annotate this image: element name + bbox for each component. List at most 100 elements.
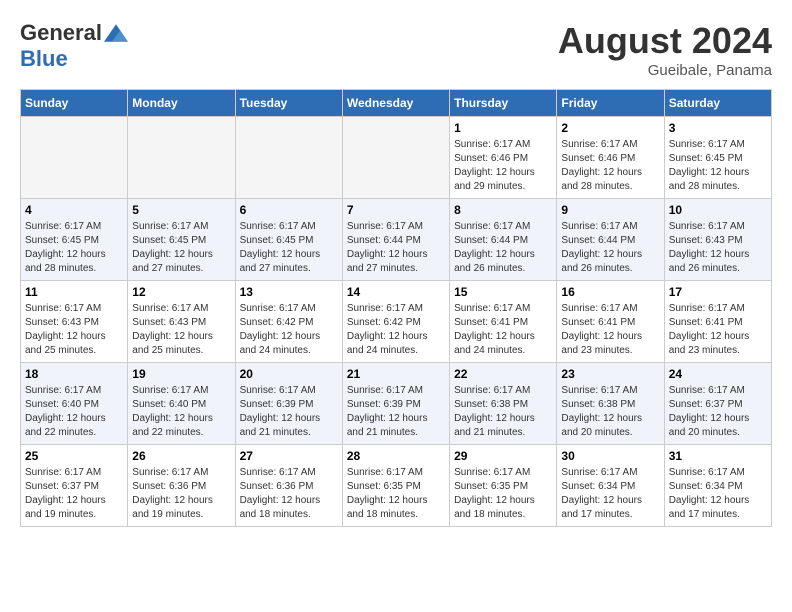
daylight-text: Daylight: 12 hours and 26 minutes. <box>669 249 750 274</box>
sunrise-text: Sunrise: 6:17 AM <box>454 385 530 396</box>
table-row: 10 Sunrise: 6:17 AM Sunset: 6:43 PM Dayligh… <box>664 199 771 281</box>
table-row: 5 Sunrise: 6:17 AMSunset: 6:45 PMDaylight… <box>128 199 235 281</box>
col-tuesday: Tuesday <box>235 90 342 117</box>
sunset-text: Sunset: 6:41 PM <box>669 317 743 328</box>
daylight-text: Daylight: 12 hours and 25 minutes. <box>25 331 106 356</box>
col-friday: Friday <box>557 90 664 117</box>
day-number: 18 <box>25 367 123 381</box>
sunset-text: Sunset: 6:46 PM <box>561 153 635 164</box>
day-info: Sunrise: 6:17 AMSunset: 6:37 PMDaylight:… <box>25 466 123 522</box>
sunrise-text: Sunrise: 6:17 AM <box>240 467 316 478</box>
table-row: 21 Sunrise: 6:17 AM Sunset: 6:39 PM Dayligh… <box>342 363 449 445</box>
sunrise-text: Sunrise: 6:17 AM <box>669 139 745 150</box>
calendar-header-row: Sunday Monday Tuesday Wednesday Thursday… <box>21 90 772 117</box>
daylight-text: Daylight: 12 hours and 21 minutes. <box>347 413 428 438</box>
table-row: 11Sunrise: 6:17 AMSunset: 6:43 PMDayligh… <box>21 281 128 363</box>
sunrise-text: Sunrise: 6:17 AM <box>669 303 745 314</box>
sunrise-text: Sunrise: 6:17 AM <box>561 467 637 478</box>
daylight-text: Daylight: 12 hours and 20 minutes. <box>561 413 642 438</box>
day-number: 13 <box>240 285 338 299</box>
daylight-text: Daylight: 12 hours and 17 minutes. <box>669 495 750 520</box>
day-info: Sunrise: 6:17 AMSunset: 6:45 PMDaylight:… <box>132 220 230 276</box>
table-row: 8Sunrise: 6:17 AMSunset: 6:44 PMDaylight… <box>450 199 557 281</box>
sunset-text: Sunset: 6:43 PM <box>132 317 206 328</box>
table-row: 18 Sunrise: 6:17 AMSunset: 6:40 PMDayligh… <box>21 363 128 445</box>
sunrise-text: Sunrise: 6:17 AM <box>669 221 745 232</box>
table-row: 1 Sunrise: 6:17 AMSunset: 6:46 PMDaylight… <box>450 117 557 199</box>
daylight-text: Daylight: 12 hours and 24 minutes. <box>454 331 535 356</box>
day-info: Sunrise: 6:17 AMSunset: 6:41 PMDaylight:… <box>669 302 767 358</box>
day-info: Sunrise: 6:17 AMSunset: 6:45 PMDaylight:… <box>240 220 338 276</box>
day-number: 27 <box>240 449 338 463</box>
day-number: 25 <box>25 449 123 463</box>
day-number: 30 <box>561 449 659 463</box>
day-number: 21 <box>347 367 445 381</box>
day-info: Sunrise: 6:17 AMSunset: 6:46 PMDaylight:… <box>454 138 552 194</box>
sunrise-text: Sunrise: 6:17 AM <box>132 221 208 232</box>
sunrise-text: Sunrise: 6:17 AM <box>132 467 208 478</box>
day-info: Sunrise: 6:17 AMSunset: 6:34 PMDaylight:… <box>561 466 659 522</box>
sunset-text: Sunset: 6:45 PM <box>669 153 743 164</box>
sunset-text: Sunset: 6:44 PM <box>454 235 528 246</box>
daylight-text: Daylight: 12 hours and 23 minutes. <box>561 331 642 356</box>
day-info: Sunrise: 6:17 AM Sunset: 6:39 PM Daylight:… <box>347 384 445 440</box>
table-row: 20Sunrise: 6:17 AMSunset: 6:39 PMDayligh… <box>235 363 342 445</box>
col-wednesday: Wednesday <box>342 90 449 117</box>
sunrise-text: Sunrise: 6:17 AM <box>454 139 530 150</box>
daylight-text: Daylight: 12 hours and 28 minutes. <box>561 167 642 192</box>
sunrise-text: Sunrise: 6:17 AM <box>454 303 530 314</box>
col-thursday: Thursday <box>450 90 557 117</box>
sunrise-text: Sunrise: 6:17 AM <box>561 303 637 314</box>
day-info: Sunrise: 6:17 AMSunset: 6:40 PMDaylight:… <box>132 384 230 440</box>
daylight-text: Daylight: 12 hours and 18 minutes. <box>240 495 321 520</box>
sunset-text: Sunset: 6:39 PM <box>347 399 421 410</box>
daylight-text: Daylight: 12 hours and 29 minutes. <box>454 167 535 192</box>
sunrise-text: Sunrise: 6:17 AM <box>347 385 423 396</box>
page-header: General Blue August 2024 Gueibale, Panam… <box>20 20 772 79</box>
daylight-text: Daylight: 12 hours and 19 minutes. <box>25 495 106 520</box>
logo-icon <box>104 23 128 43</box>
day-number: 5 <box>132 203 230 217</box>
table-row: 26Sunrise: 6:17 AMSunset: 6:36 PMDayligh… <box>128 445 235 527</box>
table-row: 4Sunrise: 6:17 AMSunset: 6:45 PMDaylight… <box>21 199 128 281</box>
table-row: 22Sunrise: 6:17 AMSunset: 6:38 PMDayligh… <box>450 363 557 445</box>
daylight-text: Daylight: 12 hours and 18 minutes. <box>454 495 535 520</box>
daylight-text: Daylight: 12 hours and 24 minutes. <box>347 331 428 356</box>
day-info: Sunrise: 6:17 AMSunset: 6:44 PMDaylight:… <box>454 220 552 276</box>
sunset-text: Sunset: 6:44 PM <box>347 235 421 246</box>
sunset-text: Sunset: 6:40 PM <box>132 399 206 410</box>
sunrise-text: Sunrise: 6:17 AM <box>25 467 101 478</box>
table-row: 16 Sunrise: 6:17 AMSunset: 6:41 PMDayligh… <box>557 281 664 363</box>
table-row <box>342 117 449 199</box>
sunset-text: Sunset: 6:38 PM <box>454 399 528 410</box>
day-number: 16 <box>561 285 659 299</box>
sunrise-text: Sunrise: 6:17 AM <box>669 385 745 396</box>
table-row: 2Sunrise: 6:17 AMSunset: 6:46 PMDaylight… <box>557 117 664 199</box>
day-number: 10 <box>669 203 767 217</box>
daylight-text: Daylight: 12 hours and 21 minutes. <box>454 413 535 438</box>
table-row: 7Sunrise: 6:17 AMSunset: 6:44 PMDaylight… <box>342 199 449 281</box>
day-info: Sunrise: 6:17 AMSunset: 6:40 PMDaylight:… <box>25 384 123 440</box>
daylight-text: Daylight: 12 hours and 26 minutes. <box>454 249 535 274</box>
day-number: 1 <box>454 121 552 135</box>
day-info: Sunrise: 6:17 AMSunset: 6:34 PMDaylight:… <box>669 466 767 522</box>
daylight-text: Daylight: 12 hours and 24 minutes. <box>240 331 321 356</box>
col-sunday: Sunday <box>21 90 128 117</box>
title-block: August 2024 Gueibale, Panama <box>558 20 772 79</box>
sunrise-text: Sunrise: 6:17 AM <box>25 303 101 314</box>
day-number: 4 <box>25 203 123 217</box>
sunrise-text: Sunrise: 6:17 AM <box>561 385 637 396</box>
daylight-text: Daylight: 12 hours and 22 minutes. <box>132 413 213 438</box>
day-number: 20 <box>240 367 338 381</box>
table-row: 15Sunrise: 6:17 AMSunset: 6:41 PMDayligh… <box>450 281 557 363</box>
daylight-text: Daylight: 12 hours and 28 minutes. <box>25 249 106 274</box>
day-number: 17 <box>669 285 767 299</box>
table-row: 27Sunrise: 6:17 AMSunset: 6:36 PMDayligh… <box>235 445 342 527</box>
day-number: 12 <box>132 285 230 299</box>
sunset-text: Sunset: 6:43 PM <box>669 235 743 246</box>
sunset-text: Sunset: 6:45 PM <box>240 235 314 246</box>
daylight-text: Daylight: 12 hours and 20 minutes. <box>669 413 750 438</box>
sunrise-text: Sunrise: 6:17 AM <box>347 303 423 314</box>
day-info: Sunrise: 6:17 AMSunset: 6:41 PMDaylight:… <box>561 302 659 358</box>
day-number: 26 <box>132 449 230 463</box>
